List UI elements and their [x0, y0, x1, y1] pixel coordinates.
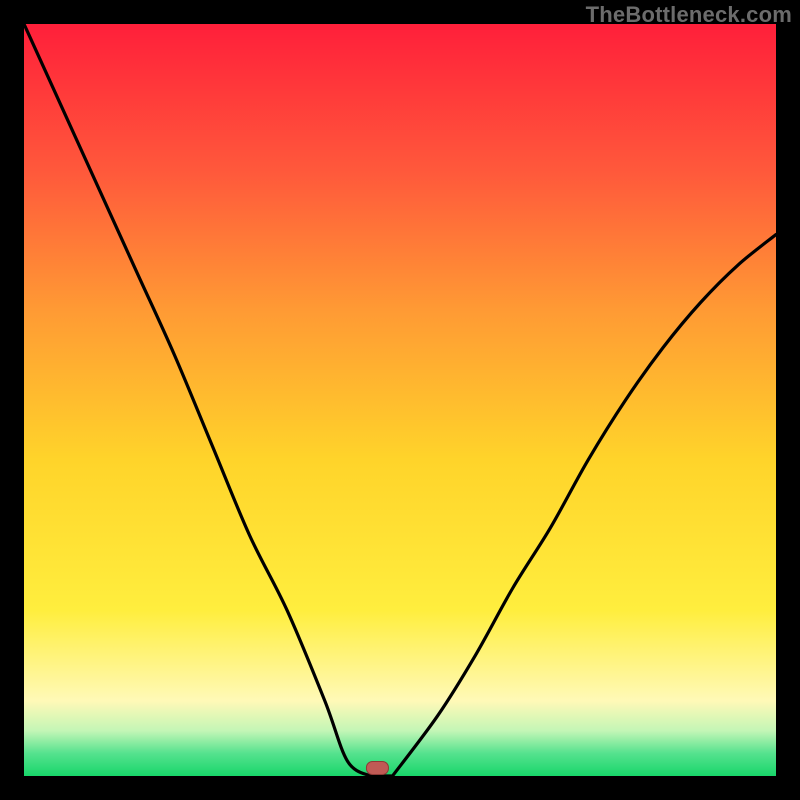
plot-area	[24, 24, 776, 776]
bottleneck-curve-chart	[24, 24, 776, 776]
outer-frame: TheBottleneck.com	[0, 0, 800, 800]
gradient-background	[24, 24, 776, 776]
optimal-point-marker	[366, 761, 388, 774]
